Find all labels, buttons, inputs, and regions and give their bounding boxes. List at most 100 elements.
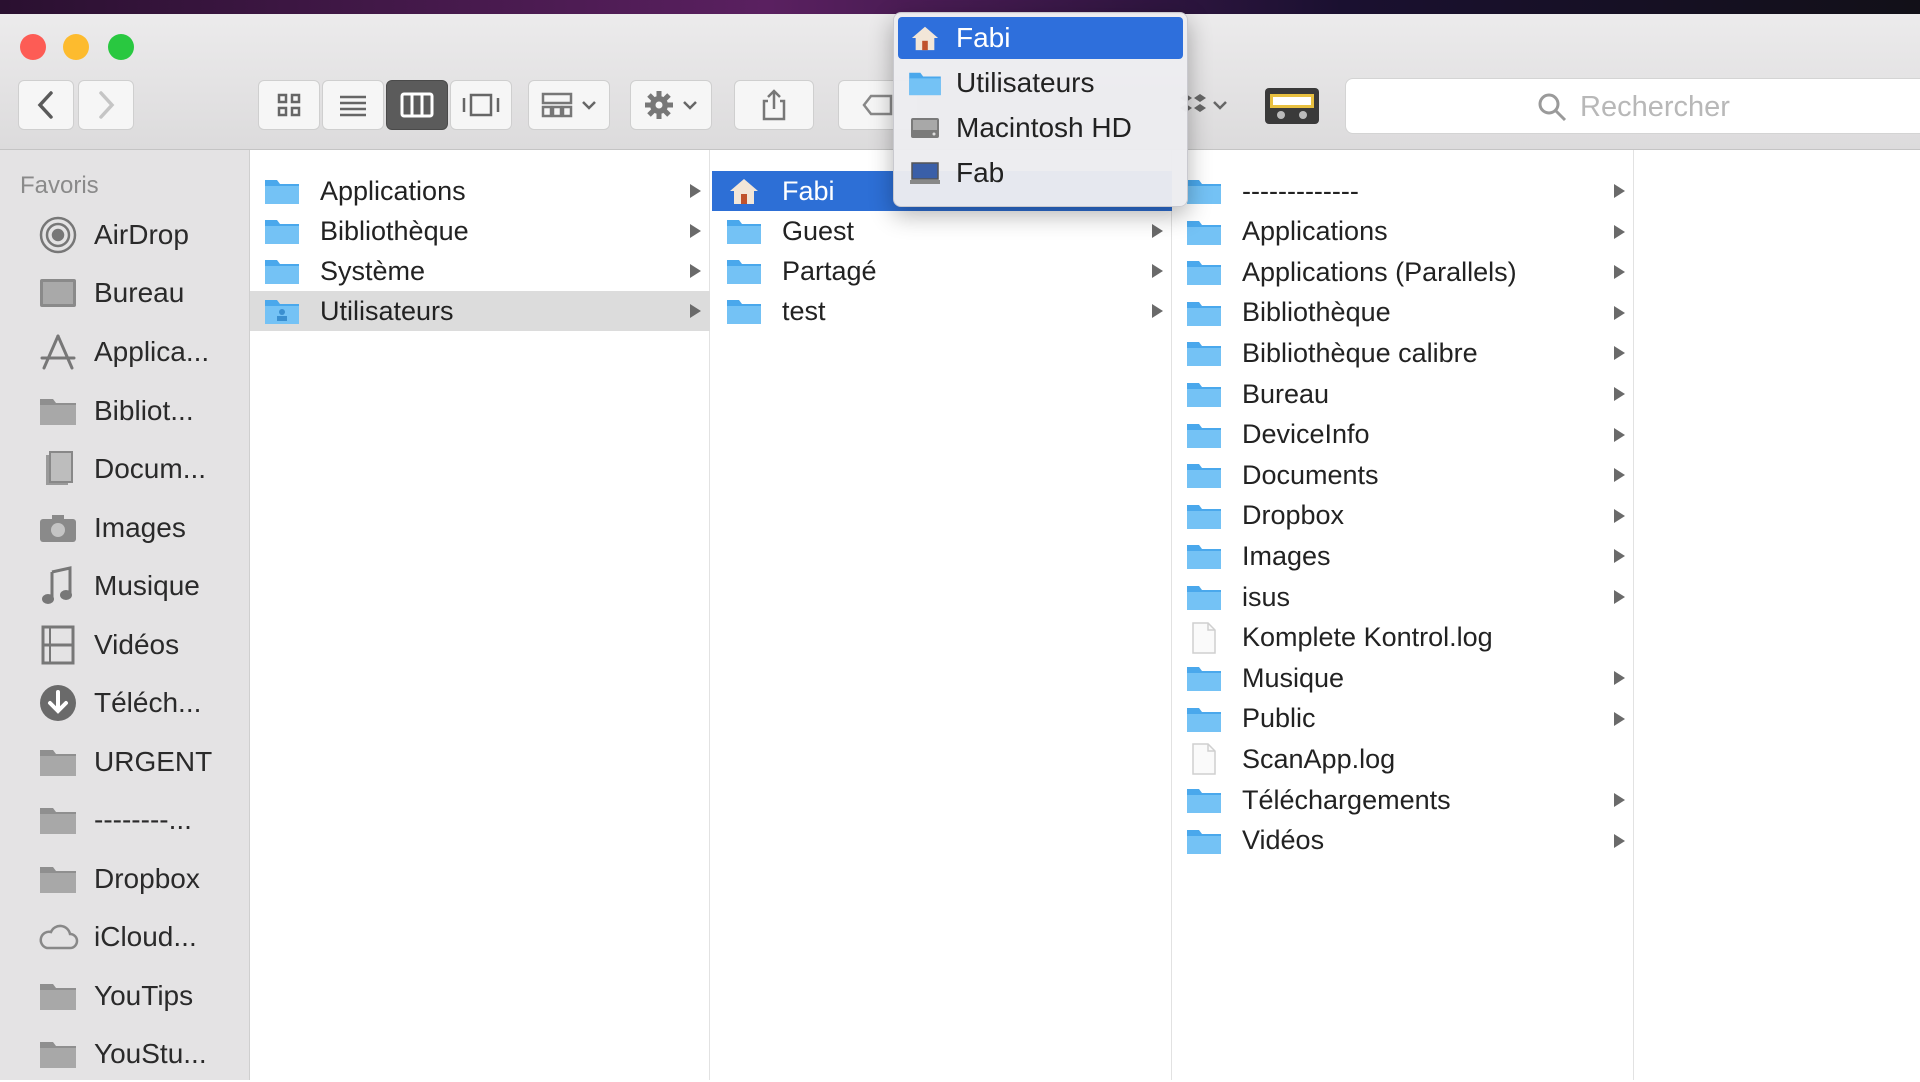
airdrop-icon bbox=[36, 215, 80, 255]
list-item[interactable]: Bureau bbox=[1174, 374, 1634, 414]
back-button[interactable] bbox=[18, 80, 74, 130]
list-item[interactable]: Vidéos bbox=[1174, 821, 1634, 861]
chevron-down-icon bbox=[582, 101, 596, 110]
list-view-button[interactable] bbox=[322, 80, 384, 130]
list-item[interactable]: Images bbox=[1174, 536, 1634, 576]
path-menu-item-macintosh-hd[interactable]: Macintosh HD bbox=[898, 107, 1183, 149]
sidebar-item-urgent[interactable]: URGENT bbox=[0, 734, 250, 790]
folder-icon bbox=[1186, 298, 1222, 328]
icon-view-button[interactable] bbox=[258, 80, 320, 130]
disclosure-arrow-icon bbox=[1614, 508, 1625, 523]
list-item[interactable]: Applications bbox=[1174, 212, 1634, 252]
disclosure-arrow-icon bbox=[1614, 184, 1625, 198]
list-item[interactable]: Komplete Kontrol.log bbox=[1174, 618, 1634, 658]
folder-icon bbox=[1186, 541, 1222, 571]
list-item[interactable]: isus bbox=[1174, 577, 1634, 617]
sidebar-item-videos[interactable]: Vidéos bbox=[0, 617, 250, 673]
list-item[interactable]: test bbox=[712, 291, 1172, 331]
list-item[interactable]: Guest bbox=[712, 211, 1172, 251]
chevron-right-icon bbox=[99, 91, 115, 119]
camera-icon bbox=[36, 508, 80, 548]
gallery-view-button[interactable] bbox=[450, 80, 512, 130]
folder-icon bbox=[1186, 826, 1222, 856]
document-file-icon bbox=[1186, 621, 1222, 654]
users-folder-icon bbox=[264, 296, 300, 326]
sidebar-item-label: Docum... bbox=[94, 453, 207, 484]
computer-icon bbox=[908, 158, 942, 188]
disclosure-arrow-icon bbox=[1614, 468, 1625, 483]
minimize-button[interactable] bbox=[63, 34, 89, 60]
share-button[interactable] bbox=[734, 80, 814, 130]
sidebar-item-images[interactable]: Images bbox=[0, 500, 250, 556]
disclosure-arrow-icon bbox=[1614, 590, 1625, 604]
sidebar-item-airdrop[interactable]: AirDrop bbox=[0, 207, 250, 263]
folder-icon bbox=[1186, 217, 1222, 247]
path-menu-item-fabi[interactable]: Fabi bbox=[898, 17, 1183, 59]
disclosure-arrow-icon bbox=[1614, 346, 1625, 361]
desktop-icon bbox=[36, 273, 80, 313]
list-item[interactable]: Applications bbox=[250, 171, 710, 211]
close-button[interactable] bbox=[20, 34, 46, 60]
disclosure-arrow-icon bbox=[1614, 387, 1625, 401]
hard-drive-icon bbox=[908, 113, 942, 143]
list-item[interactable]: Applications (Parallels) bbox=[1174, 252, 1634, 292]
list-item[interactable]: Documents bbox=[1174, 455, 1634, 495]
list-item[interactable]: DeviceInfo bbox=[1174, 415, 1634, 455]
folder-icon bbox=[908, 68, 942, 98]
sidebar-item-label: Dropbox bbox=[94, 863, 200, 894]
sidebar-item-label: Vidéos bbox=[94, 629, 180, 660]
forward-button[interactable] bbox=[78, 80, 134, 130]
arrange-dropdown[interactable] bbox=[528, 80, 610, 130]
list-item[interactable]: Bibliothèque calibre bbox=[1174, 333, 1634, 373]
zoom-button[interactable] bbox=[108, 34, 134, 60]
sidebar-item-label: Musique bbox=[94, 570, 200, 601]
list-item[interactable]: ScanApp.log bbox=[1174, 739, 1634, 779]
list-item[interactable]: Public bbox=[1174, 699, 1634, 739]
sidebar-item-telechargements[interactable]: Téléch... bbox=[0, 675, 250, 731]
path-menu-item-utilisateurs[interactable]: Utilisateurs bbox=[898, 62, 1183, 104]
sidebar-item-label: Bureau bbox=[94, 277, 185, 308]
list-icon bbox=[340, 95, 366, 117]
list-item[interactable]: Partagé bbox=[712, 251, 1172, 291]
sidebar-item-documents[interactable]: Docum... bbox=[0, 441, 250, 497]
gear-icon bbox=[645, 91, 673, 119]
sidebar-item-musique[interactable]: Musique bbox=[0, 558, 250, 614]
list-item[interactable]: Système bbox=[250, 251, 710, 291]
home-icon bbox=[726, 176, 762, 206]
group-grid-icon bbox=[541, 92, 573, 118]
folder-icon bbox=[1186, 176, 1222, 206]
list-item[interactable]: Bibliothèque bbox=[1174, 293, 1634, 333]
sidebar-item-bureau[interactable]: Bureau bbox=[0, 265, 250, 321]
sidebar-item-youstu[interactable]: YouStu... bbox=[0, 1026, 250, 1082]
list-item[interactable]: Musique bbox=[1174, 658, 1634, 698]
list-item-selected[interactable]: Utilisateurs bbox=[250, 291, 710, 331]
sidebar-item-bibliotheque[interactable]: Bibliot... bbox=[0, 383, 250, 439]
search-input[interactable] bbox=[1578, 85, 1920, 129]
share-icon bbox=[762, 89, 786, 121]
search-field[interactable] bbox=[1345, 78, 1920, 134]
list-item[interactable]: Téléchargements bbox=[1174, 780, 1634, 820]
download-icon bbox=[36, 683, 80, 723]
chevron-down-icon bbox=[1213, 101, 1227, 110]
toolbar-extension-button[interactable] bbox=[1260, 80, 1324, 130]
sidebar-item-label: Téléch... bbox=[94, 687, 202, 718]
sidebar-item-dropbox[interactable]: Dropbox bbox=[0, 851, 250, 907]
browser-column-3: ------------- Applications Applications (P… bbox=[1174, 150, 1634, 1080]
path-menu-item-fab[interactable]: Fab bbox=[898, 152, 1183, 194]
column-view-button[interactable] bbox=[386, 80, 448, 130]
sidebar-item-icloud[interactable]: iCloud... bbox=[0, 909, 250, 965]
sidebar-item-label: --------... bbox=[94, 804, 192, 835]
cassette-icon bbox=[1265, 88, 1319, 124]
list-item[interactable]: Bibliothèque bbox=[250, 211, 710, 251]
sidebar-item-applications[interactable]: Applica... bbox=[0, 324, 250, 380]
list-item[interactable]: ------------- bbox=[1174, 171, 1634, 211]
folder-icon bbox=[36, 742, 80, 782]
folder-icon bbox=[726, 256, 762, 286]
action-dropdown[interactable] bbox=[630, 80, 712, 130]
sidebar-item-separator-folder[interactable]: --------... bbox=[0, 792, 250, 848]
list-item[interactable]: Dropbox bbox=[1174, 496, 1634, 536]
folder-icon bbox=[1186, 257, 1222, 287]
sidebar-item-label: AirDrop bbox=[94, 219, 189, 250]
folder-icon bbox=[264, 256, 300, 286]
sidebar-item-youtips[interactable]: YouTips bbox=[0, 968, 250, 1024]
